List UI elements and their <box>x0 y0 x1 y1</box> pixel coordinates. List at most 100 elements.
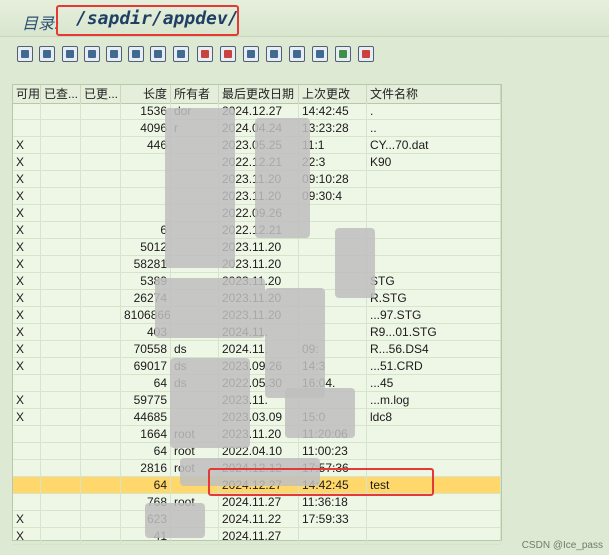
table-row[interactable]: 768 root 2024.11.27 11:36:18 <box>13 494 501 511</box>
table-row[interactable]: 1664 root 2023.11.20 11:20:06 <box>13 426 501 443</box>
cell-size: 4096 <box>121 120 171 136</box>
cell-time: 14:42:45 <box>299 103 367 119</box>
cell-updated <box>81 171 121 187</box>
table-row[interactable]: 64 ds 2022.05.30 16:04. ...45 <box>13 375 501 392</box>
cell-checked <box>41 392 81 408</box>
cell-size: 69017 <box>121 358 171 374</box>
cell-size: 768 <box>121 494 171 510</box>
cell-avail <box>13 460 41 476</box>
header-filename[interactable]: 文件名称 <box>367 85 501 103</box>
info-icon[interactable] <box>220 46 236 62</box>
cell-time <box>299 239 367 255</box>
cell-size: 446 <box>121 137 171 153</box>
cell-size: 58281 <box>121 256 171 272</box>
cell-filename: ...45 <box>367 375 501 391</box>
copy-icon[interactable] <box>62 46 78 62</box>
cell-checked <box>41 375 81 391</box>
table-row[interactable]: X 5012 2023.11.20 <box>13 239 501 256</box>
table-row[interactable]: X 2023.11.20 09:30:4 <box>13 188 501 205</box>
table-row[interactable]: X 26274 2023.11.20 R.STG <box>13 290 501 307</box>
cell-filename <box>367 239 501 255</box>
table-row[interactable]: X 623 2024.11.22 17:59:33 <box>13 511 501 528</box>
header-updated[interactable]: 已更... <box>81 85 121 103</box>
cell-updated <box>81 460 121 476</box>
cell-updated <box>81 494 121 510</box>
header-avail[interactable]: 可用 <box>13 85 41 103</box>
table-row[interactable]: X 2022.12.21 22:3 K90 <box>13 154 501 171</box>
table-row[interactable]: 4096 r 2024.04.24 13:23:28.. <box>13 120 501 137</box>
cell-avail: X <box>13 222 41 238</box>
table-row[interactable]: X 58281 2023.11.20 <box>13 256 501 273</box>
cell-date: 2023.11.20 <box>219 273 299 289</box>
table-row[interactable]: X 70558 ds 2024.11. 09: R...56.DS4 <box>13 341 501 358</box>
cell-avail: X <box>13 239 41 255</box>
header-checked[interactable]: 已查... <box>41 85 81 103</box>
title-bar: 目录: /sapdir/appdev/ <box>0 0 609 37</box>
table-row[interactable]: X 2023.11.20 09:10:28 <box>13 171 501 188</box>
cell-avail <box>13 375 41 391</box>
cell-date: 2024.11.22 <box>219 511 299 527</box>
table-row[interactable]: X 6 2022.12.21 <box>13 222 501 239</box>
cell-avail: X <box>13 188 41 204</box>
navigate-icon[interactable] <box>197 46 213 62</box>
cell-size: 1664 <box>121 426 171 442</box>
cell-time: 11:00:23 <box>299 443 367 459</box>
print-icon[interactable] <box>106 46 122 62</box>
cell-filename: ...m.log <box>367 392 501 408</box>
cell-owner <box>171 154 219 170</box>
cell-owner <box>171 222 219 238</box>
table-row[interactable]: X 5389 2023.11.20 STG <box>13 273 501 290</box>
save-icon[interactable] <box>358 46 374 62</box>
sort-icon[interactable] <box>150 46 166 62</box>
cell-checked <box>41 256 81 272</box>
table-row[interactable]: X 403 2024.11. R9...01.STG <box>13 324 501 341</box>
cell-checked <box>41 154 81 170</box>
table-row[interactable]: X 8106866 2023.11.20 ...97.STG <box>13 307 501 324</box>
cell-avail <box>13 426 41 442</box>
cell-checked <box>41 103 81 119</box>
cell-filename: K90 <box>367 154 501 170</box>
attach-icon[interactable] <box>335 46 351 62</box>
table-row[interactable]: X 446 2023.05.25 11:1 CY...70.dat <box>13 137 501 154</box>
cell-checked <box>41 341 81 357</box>
table-icon[interactable] <box>243 46 259 62</box>
cell-date: 2024.11.27 <box>219 528 299 544</box>
cell-filename <box>367 511 501 527</box>
header-date[interactable]: 最后更改日期 <box>219 85 299 103</box>
cell-time: 14:3 <box>299 358 367 374</box>
settings-icon[interactable] <box>84 46 100 62</box>
cell-updated <box>81 392 121 408</box>
header-size[interactable]: 长度 <box>121 85 171 103</box>
cell-filename: R...56.DS4 <box>367 341 501 357</box>
cell-size: 8106866 <box>121 307 171 323</box>
cell-checked <box>41 528 81 544</box>
table-row[interactable]: X 44685 2023.03.09 15:0 ldc8 <box>13 409 501 426</box>
table-row[interactable]: 1536 dor 2024.12.27 14:42:45. <box>13 103 501 120</box>
table-row[interactable]: X 59775 2023.11. ...m.log <box>13 392 501 409</box>
cell-filename <box>367 205 501 221</box>
cell-filename <box>367 256 501 272</box>
export-icon[interactable] <box>173 46 189 62</box>
cell-owner <box>171 256 219 272</box>
header-owner[interactable]: 所有者 <box>171 85 219 103</box>
layout-icon[interactable] <box>266 46 282 62</box>
cell-checked <box>41 137 81 153</box>
copy2-icon[interactable] <box>312 46 328 62</box>
refresh-icon[interactable] <box>17 46 33 62</box>
find-icon[interactable] <box>39 46 55 62</box>
filter-icon[interactable] <box>128 46 144 62</box>
header-time[interactable]: 上次更改 <box>299 85 367 103</box>
cell-time: 13:23:28 <box>299 120 367 136</box>
table-row[interactable]: X 41 2024.11.27 <box>13 528 501 545</box>
cell-size: 64 <box>121 477 171 493</box>
cell-owner: r <box>171 120 219 136</box>
table-row[interactable]: X 69017 ds 2023.09.26 14:3 ...51.CRD <box>13 358 501 375</box>
cell-updated <box>81 358 121 374</box>
table-row[interactable]: X 2022.09.26 <box>13 205 501 222</box>
cell-filename: CY...70.dat <box>367 137 501 153</box>
cell-avail: X <box>13 341 41 357</box>
grid-icon[interactable] <box>289 46 305 62</box>
cell-date: 2024.11. <box>219 324 299 340</box>
table-row[interactable]: 64 root 2022.04.10 11:00:23 <box>13 443 501 460</box>
cell-avail: X <box>13 137 41 153</box>
